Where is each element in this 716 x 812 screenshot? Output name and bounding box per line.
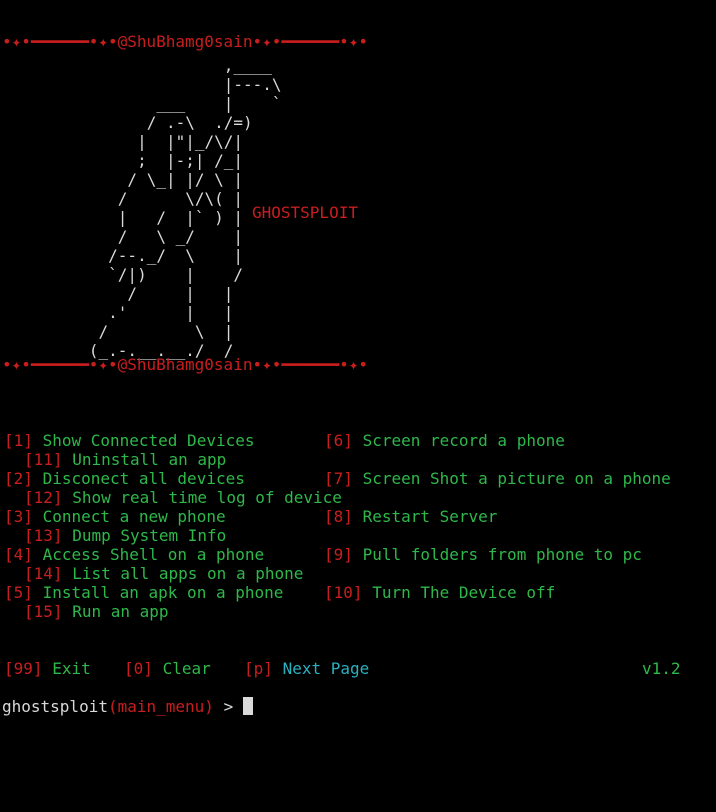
menu-item-12[interactable]: [12] Show real time log of device	[24, 488, 342, 507]
menu-item-8[interactable]: [8] Restart Server	[324, 507, 497, 526]
menu-item-11[interactable]: [11] Uninstall an app	[24, 450, 226, 469]
menu-item-9[interactable]: [9] Pull folders from phone to pc	[324, 545, 642, 564]
menu-item-2[interactable]: [2] Disconect all devices	[4, 469, 245, 488]
prompt-app-name: ghostsploit	[2, 697, 108, 716]
banner-bottom: •✦•━━━━━━•✦•@ShuBhamg0sain•✦•━━━━━━•✦•	[2, 355, 368, 374]
command-prompt[interactable]: ghostsploit(main_menu) >	[2, 697, 253, 716]
menu-item-7[interactable]: [7] Screen Shot a picture on a phone	[324, 469, 671, 488]
prompt-context: (main_menu)	[107, 697, 214, 716]
banner-deco-right: •✦•━━━━━━•✦•	[252, 32, 369, 51]
menu-item-15[interactable]: [15] Run an app	[24, 602, 169, 621]
menu-item-14[interactable]: [14] List all apps on a phone	[24, 564, 303, 583]
terminal-window[interactable]: •✦•━━━━━━•✦•@ShuBhamg0sain•✦•━━━━━━•✦• ,…	[0, 0, 716, 812]
logo-title: GHOSTSPLOIT	[252, 203, 358, 222]
banner-deco-left: •✦•━━━━━━•✦•	[2, 32, 118, 51]
text-cursor[interactable]	[242, 697, 253, 715]
menu-item-5[interactable]: [5] Install an apk on a phone	[4, 583, 283, 602]
banner-top: •✦•━━━━━━•✦•@ShuBhamg0sain•✦•━━━━━━•✦•	[2, 32, 368, 51]
prompt-symbol: >	[213, 697, 243, 716]
banner-deco-left: •✦•━━━━━━•✦•	[2, 355, 118, 374]
menu-item-6[interactable]: [6] Screen record a phone	[324, 431, 565, 450]
footer-next-page-option[interactable]: [p] Next Page	[244, 659, 369, 678]
menu-item-1[interactable]: [1] Show Connected Devices	[4, 431, 254, 450]
footer-clear-option[interactable]: [0] Clear	[124, 659, 211, 678]
banner-author: @ShuBhamg0sain	[117, 32, 253, 51]
ascii-art-ghost: ,____ |---.\ ___ | ` / .-\ ./=) | |"|_/\…	[88, 56, 282, 360]
banner-author: @ShuBhamg0sain	[117, 355, 253, 374]
menu-item-3[interactable]: [3] Connect a new phone	[4, 507, 226, 526]
version-label: v1.2	[642, 659, 681, 678]
banner-deco-right: •✦•━━━━━━•✦•	[252, 355, 369, 374]
menu-item-4[interactable]: [4] Access Shell on a phone	[4, 545, 264, 564]
menu-item-13[interactable]: [13] Dump System Info	[24, 526, 226, 545]
footer-exit-option[interactable]: [99] Exit	[4, 659, 91, 678]
menu-item-10[interactable]: [10] Turn The Device off	[324, 583, 555, 602]
